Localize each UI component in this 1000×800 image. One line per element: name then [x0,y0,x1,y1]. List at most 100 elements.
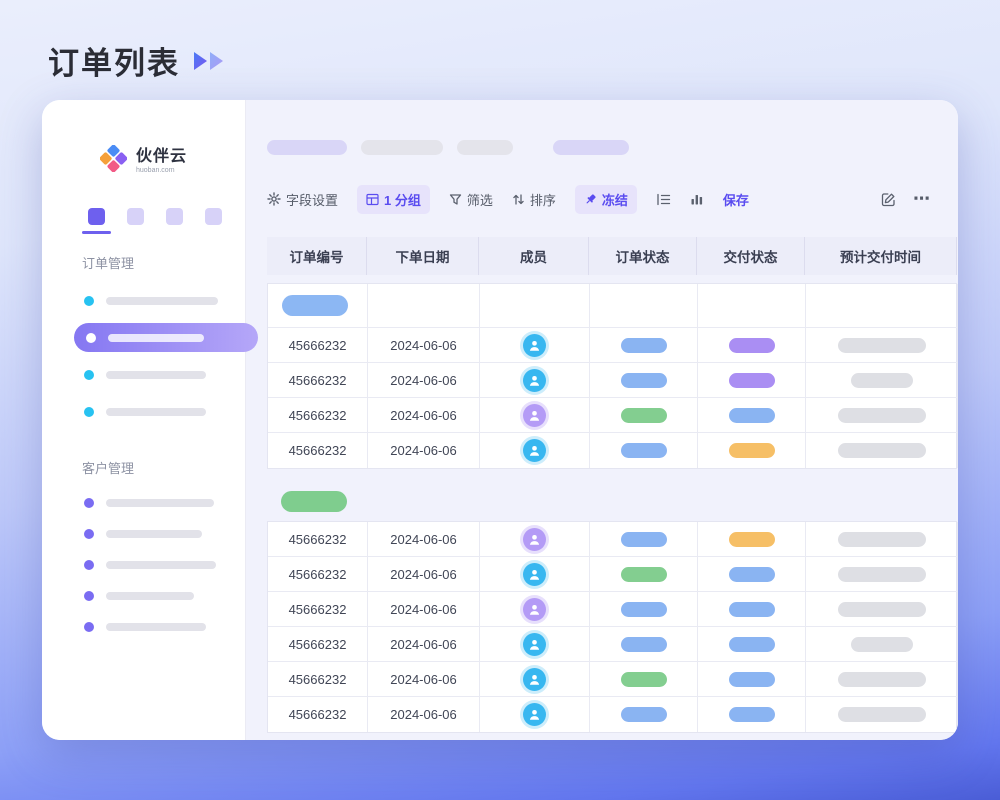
cell-member[interactable] [480,363,590,398]
cell-order-no[interactable]: 45666232 [268,697,368,732]
group-header-row[interactable] [268,284,956,328]
sidebar-tab[interactable] [205,208,222,225]
delivery-status-pill [729,532,775,547]
cell-order-no[interactable]: 45666232 [268,592,368,627]
cell-member[interactable] [480,522,590,557]
cell-delivery-status[interactable] [698,328,806,363]
cell-order-date[interactable]: 2024-06-06 [368,328,480,363]
more-button[interactable]: ⋯ [913,194,931,204]
cell-order-no[interactable]: 45666232 [268,662,368,697]
freeze-label: 冻结 [602,190,628,209]
cell-member[interactable] [480,697,590,732]
column-header[interactable]: 成员 [479,237,589,275]
cell-member[interactable] [480,398,590,433]
cell-expected-delivery[interactable] [806,328,958,363]
sidebar-tab[interactable] [166,208,183,225]
pin-icon [584,193,597,206]
cell-order-status[interactable] [590,328,698,363]
cell-order-date[interactable]: 2024-06-06 [368,363,480,398]
filter-icon [449,193,462,206]
cell-order-status[interactable] [590,662,698,697]
sidebar-item[interactable] [42,518,245,549]
cell-order-date[interactable]: 2024-06-06 [368,592,480,627]
cell-delivery-status[interactable] [698,363,806,398]
cell-delivery-status[interactable] [698,522,806,557]
cell-member[interactable] [480,557,590,592]
cell-delivery-status[interactable] [698,433,806,468]
cell-expected-delivery[interactable] [806,697,958,732]
sidebar-tab[interactable] [127,208,144,225]
cell-order-status[interactable] [590,592,698,627]
filter-button[interactable]: 筛选 [449,190,493,209]
sidebar-item[interactable] [42,356,245,393]
cell-order-date[interactable]: 2024-06-06 [368,627,480,662]
field-settings-button[interactable]: 字段设置 [267,190,338,209]
cell-order-status[interactable] [590,522,698,557]
sidebar-item[interactable] [42,580,245,611]
sidebar-tab[interactable] [88,208,105,225]
cell-order-date[interactable]: 2024-06-06 [368,398,480,433]
cell-delivery-status[interactable] [698,627,806,662]
delivery-status-pill [729,602,775,617]
skeleton-bar [838,567,926,582]
cell-expected-delivery[interactable] [806,592,958,627]
save-button[interactable]: 保存 [723,190,749,209]
column-header[interactable]: 订单编号 [267,237,367,275]
sidebar-item[interactable] [42,611,245,642]
cell-order-status[interactable] [590,398,698,433]
sidebar-item[interactable] [42,282,245,319]
cell-delivery-status[interactable] [698,398,806,433]
cell-member[interactable] [480,662,590,697]
sidebar-item[interactable] [42,393,245,430]
cell-order-status[interactable] [590,697,698,732]
group-header-row[interactable] [267,481,957,521]
cell-order-no[interactable]: 45666232 [268,363,368,398]
cell-order-date[interactable]: 2024-06-06 [368,522,480,557]
cell-delivery-status[interactable] [698,697,806,732]
edit-button[interactable] [881,192,896,207]
cell-member[interactable] [480,433,590,468]
sidebar-item[interactable] [42,487,245,518]
person-icon [528,603,541,616]
column-header[interactable]: 交付状态 [697,237,805,275]
cell-order-date[interactable]: 2024-06-06 [368,433,480,468]
cell-expected-delivery[interactable] [806,433,958,468]
cell-delivery-status[interactable] [698,592,806,627]
cell-order-no[interactable]: 45666232 [268,522,368,557]
cell-order-status[interactable] [590,627,698,662]
cell-order-status[interactable] [590,557,698,592]
sidebar-item-selected[interactable] [74,323,258,352]
cell-expected-delivery[interactable] [806,557,958,592]
cell-order-status[interactable] [590,433,698,468]
column-header[interactable]: 预计交付时间 [805,237,957,275]
column-header[interactable]: 下单日期 [367,237,479,275]
chart-button[interactable] [690,193,704,206]
cell-expected-delivery[interactable] [806,363,958,398]
cell-order-date[interactable]: 2024-06-06 [368,697,480,732]
group-button[interactable]: 1 分组 [357,185,430,214]
cell-order-status[interactable] [590,363,698,398]
row-height-icon [656,193,671,206]
cell-expected-delivery[interactable] [806,627,958,662]
table-row: 456662322024-06-06 [268,363,956,398]
cell-order-date[interactable]: 2024-06-06 [368,662,480,697]
cell-order-no[interactable]: 45666232 [268,328,368,363]
row-height-button[interactable] [656,193,671,206]
cell-order-no[interactable]: 45666232 [268,433,368,468]
cell-delivery-status[interactable] [698,557,806,592]
column-header[interactable]: 订单状态 [589,237,697,275]
cell-expected-delivery[interactable] [806,522,958,557]
cell-member[interactable] [480,328,590,363]
sidebar-item[interactable] [42,549,245,580]
cell-delivery-status[interactable] [698,662,806,697]
cell-member[interactable] [480,627,590,662]
cell-order-no[interactable]: 45666232 [268,557,368,592]
cell-expected-delivery[interactable] [806,662,958,697]
cell-order-no[interactable]: 45666232 [268,627,368,662]
sort-button[interactable]: 排序 [512,190,556,209]
cell-order-no[interactable]: 45666232 [268,398,368,433]
cell-order-date[interactable]: 2024-06-06 [368,557,480,592]
cell-expected-delivery[interactable] [806,398,958,433]
cell-member[interactable] [480,592,590,627]
freeze-button[interactable]: 冻结 [575,185,637,214]
